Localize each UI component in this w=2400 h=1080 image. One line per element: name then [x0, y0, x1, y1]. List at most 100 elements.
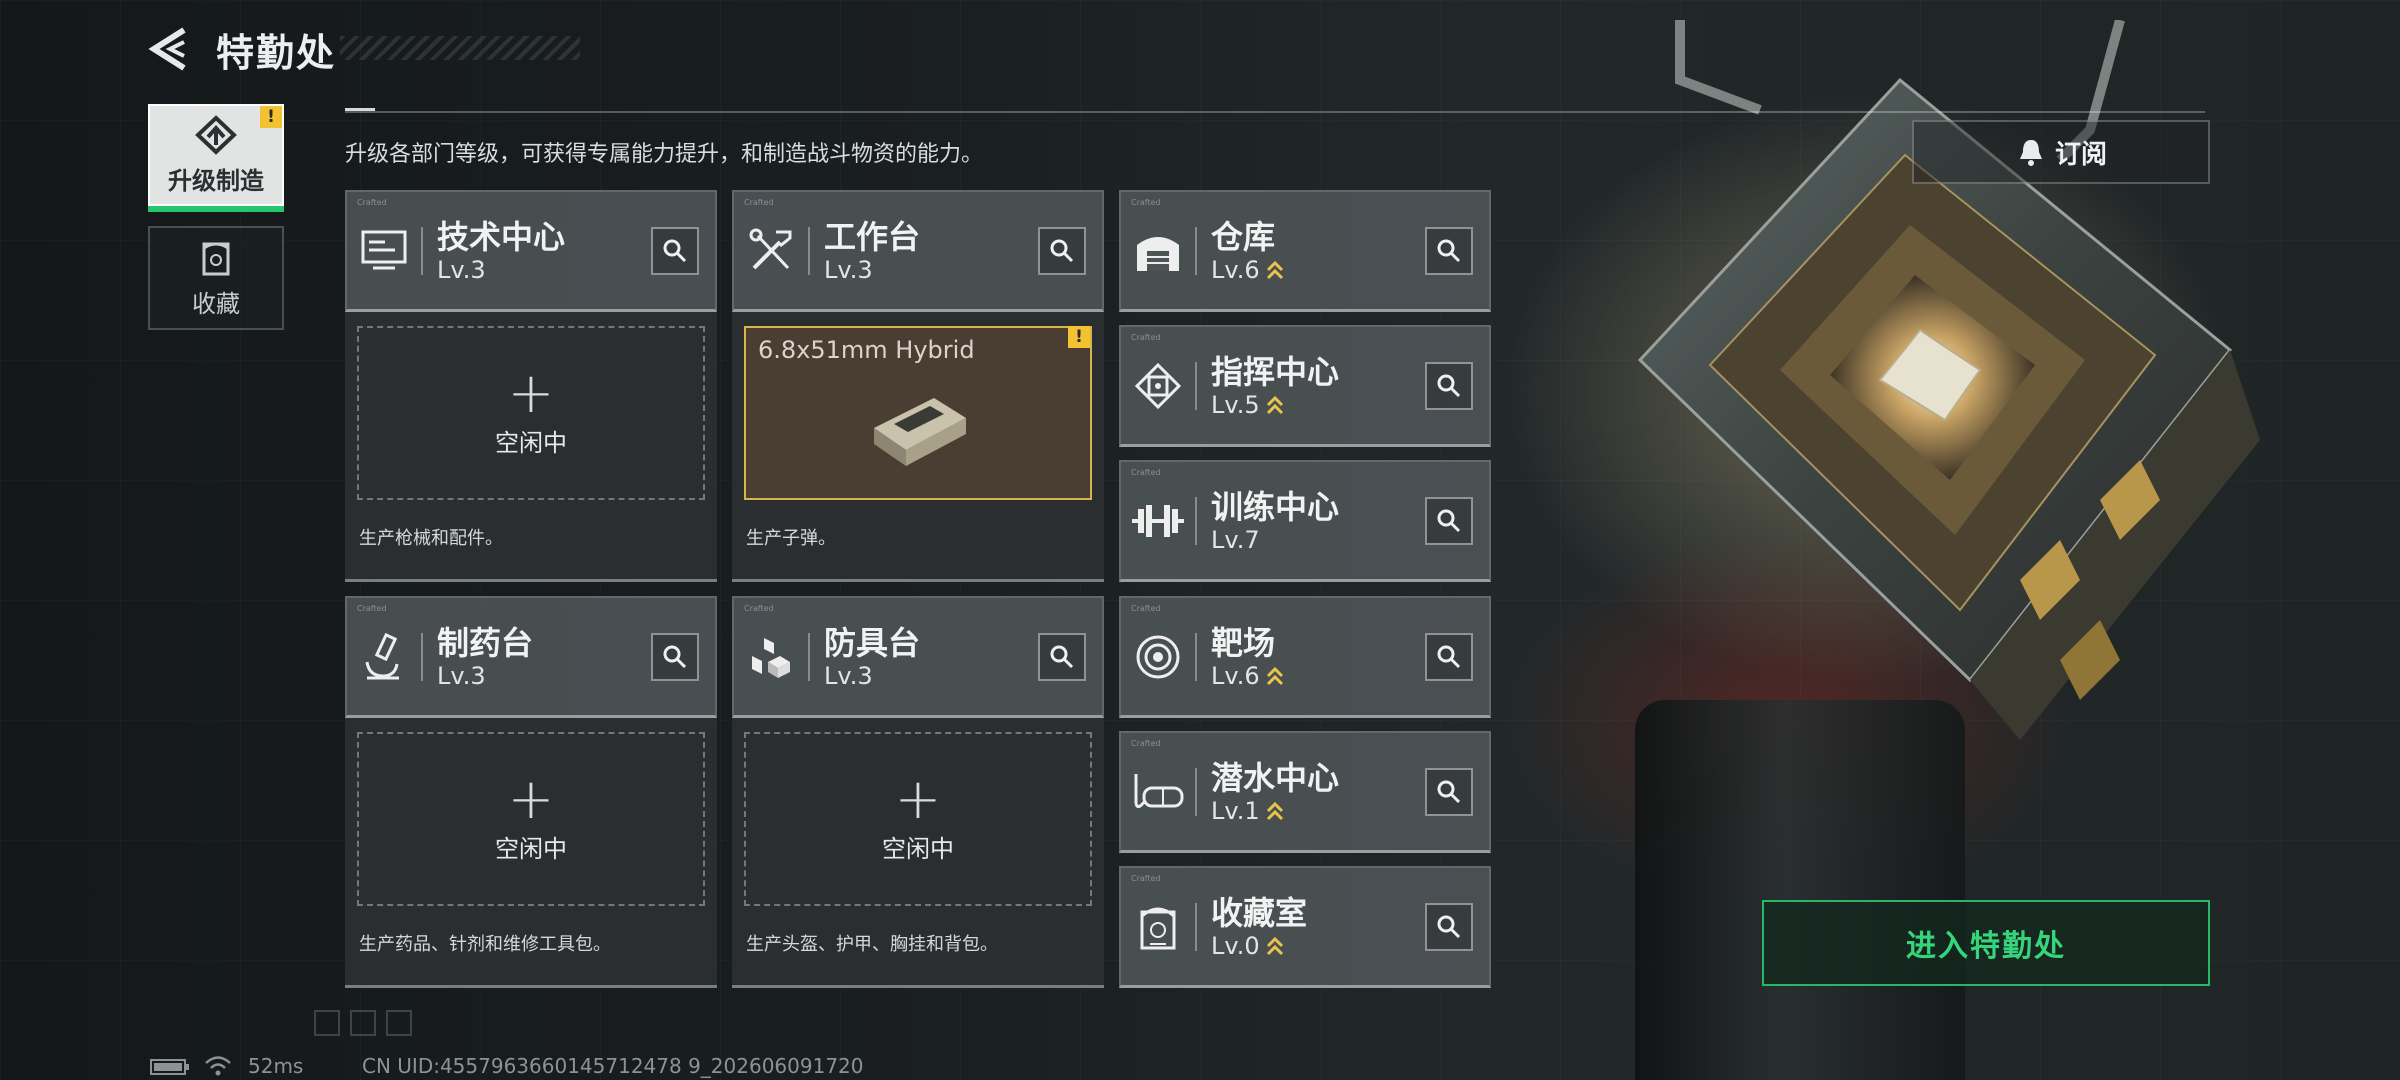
subscribe-label: 订阅 [2054, 139, 2107, 170]
upgrade-chevron-icon [1266, 801, 1283, 820]
search-button[interactable] [1425, 496, 1473, 545]
back-arrow-icon[interactable] [146, 26, 192, 72]
training-center-icon [1132, 504, 1184, 537]
slot-description: 生产子弹。 [746, 528, 836, 549]
dept-name: 训练中心 [1211, 487, 1340, 526]
active-production-slot[interactable]: 6.8x51mm Hybrid ! [744, 326, 1092, 500]
production-slot-tech-center: + 空闲中 生产枪械和配件。 [345, 312, 717, 582]
ping-text: 52ms [248, 1054, 304, 1078]
slot-description: 生产枪械和配件。 [359, 528, 503, 549]
dept-card-diving-center[interactable]: Crafted 潜水中心 Lv.1 [1119, 731, 1491, 853]
divider-tick [345, 108, 375, 111]
subscribe-button[interactable]: 订阅 [1912, 120, 2210, 184]
dept-card-workbench[interactable]: Crafted 工作台 Lv.3 [732, 190, 1104, 312]
dept-card-armor-bench[interactable]: Crafted 防具台 Lv.3 [732, 596, 1104, 718]
frame-icon [386, 1010, 412, 1036]
search-button[interactable] [1038, 632, 1086, 681]
search-button[interactable] [651, 226, 699, 275]
slot-description: 生产头盔、护甲、胸挂和背包。 [746, 934, 998, 955]
search-icon [1437, 509, 1461, 532]
dept-card-warehouse[interactable]: Crafted 仓库 Lv.6 [1119, 190, 1491, 312]
search-icon [1437, 645, 1461, 668]
slot-status: 空闲中 [495, 428, 567, 457]
upgrade-chevron-icon [1266, 260, 1283, 279]
search-icon [1437, 780, 1461, 803]
dept-name: 仓库 [1211, 217, 1276, 256]
dept-level: Lv.1 [1211, 796, 1260, 825]
dept-card-command-center[interactable]: Crafted 指挥中心 Lv.5 [1119, 325, 1491, 447]
warning-badge: ! [260, 106, 282, 128]
dept-name: 制药台 [437, 623, 534, 662]
card-caption: Crafted [1131, 198, 1161, 207]
upgrade-icon [195, 114, 237, 155]
divider-line [345, 111, 2205, 113]
search-icon [1050, 239, 1074, 262]
upgrade-chevron-icon [1266, 666, 1283, 685]
empty-slot[interactable]: + 空闲中 [744, 732, 1092, 906]
shooting-range-icon [1136, 635, 1180, 678]
dept-card-collection-room[interactable]: Crafted 收藏室 Lv.0 [1119, 866, 1491, 988]
empty-slot[interactable]: + 空闲中 [357, 326, 705, 500]
card-caption: Crafted [1131, 604, 1161, 613]
dept-level: Lv.6 [1211, 255, 1260, 284]
wifi-icon [205, 1056, 231, 1076]
dept-name: 防具台 [824, 623, 921, 662]
production-slot-armor-bench: + 空闲中 生产头盔、护甲、胸挂和背包。 [732, 718, 1104, 988]
pharmacy-icon [365, 632, 399, 679]
dept-level: Lv.3 [437, 661, 486, 690]
search-button[interactable] [1425, 767, 1473, 816]
dept-level: Lv.6 [1211, 661, 1260, 690]
slot-status: 空闲中 [882, 834, 954, 863]
uid-text: CN UID:4557963660145712478 9_20260609172… [362, 1054, 864, 1078]
warehouse-icon [1137, 236, 1179, 271]
collection-icon [202, 242, 230, 275]
search-button[interactable] [1038, 226, 1086, 275]
frame-icon [350, 1010, 376, 1036]
command-center-icon [1134, 362, 1182, 409]
plus-icon: + [894, 766, 942, 832]
production-slot-workbench: 6.8x51mm Hybrid ! 生产子弹。 [732, 312, 1104, 582]
card-caption: Crafted [744, 198, 774, 207]
dept-level: Lv.3 [824, 255, 873, 284]
search-icon [1437, 915, 1461, 938]
slot-description: 生产药品、针剂和维修工具包。 [359, 934, 611, 955]
card-caption: Crafted [357, 198, 387, 207]
dept-card-training-center[interactable]: Crafted 训练中心 Lv.7 [1119, 460, 1491, 582]
dept-card-shooting-range[interactable]: Crafted 靶场 Lv.6 [1119, 596, 1491, 718]
card-caption: Crafted [1131, 468, 1161, 477]
dept-name: 靶场 [1211, 623, 1276, 662]
card-caption: Crafted [1131, 739, 1161, 748]
ammo-box-icon [874, 398, 966, 466]
dept-level: Lv.3 [437, 255, 486, 284]
search-button[interactable] [1425, 902, 1473, 951]
dept-level: Lv.7 [1211, 525, 1260, 554]
workbench-icon [749, 228, 792, 269]
search-button[interactable] [1425, 361, 1473, 410]
frame-icon [314, 1010, 340, 1036]
card-caption: Crafted [744, 604, 774, 613]
dept-level: Lv.5 [1211, 390, 1260, 419]
page-title: 特勤处 [216, 31, 337, 75]
dept-level: Lv.3 [824, 661, 873, 690]
bell-icon [2019, 140, 2042, 166]
nav-item-label: 升级制造 [168, 166, 264, 195]
search-button[interactable] [1425, 226, 1473, 275]
upgrade-chevron-icon [1266, 395, 1283, 414]
enter-special-ops-button[interactable]: 进入特勤处 [1762, 900, 2210, 986]
dept-card-tech-center[interactable]: Crafted 技术中心 Lv.3 [345, 190, 717, 312]
nav-item-collection[interactable]: 收藏 [148, 226, 284, 330]
plus-icon: + [507, 766, 555, 832]
tech-center-icon [361, 230, 407, 269]
intro-text: 升级各部门等级，可获得专属能力提升，和制造战斗物资的能力。 [345, 142, 984, 167]
armor-bench-icon [752, 637, 790, 678]
nav-item-upgrade[interactable]: 升级制造 ! [148, 104, 284, 212]
battery-icon [150, 1059, 189, 1075]
nav-item-label: 收藏 [192, 289, 240, 318]
card-caption: Crafted [1131, 874, 1161, 883]
enter-button-label: 进入特勤处 [1906, 929, 2066, 964]
dept-card-pharmacy[interactable]: Crafted 制药台 Lv.3 [345, 596, 717, 718]
empty-slot[interactable]: + 空闲中 [357, 732, 705, 906]
dept-name: 收藏室 [1211, 893, 1308, 932]
search-button[interactable] [651, 632, 699, 681]
search-button[interactable] [1425, 632, 1473, 681]
